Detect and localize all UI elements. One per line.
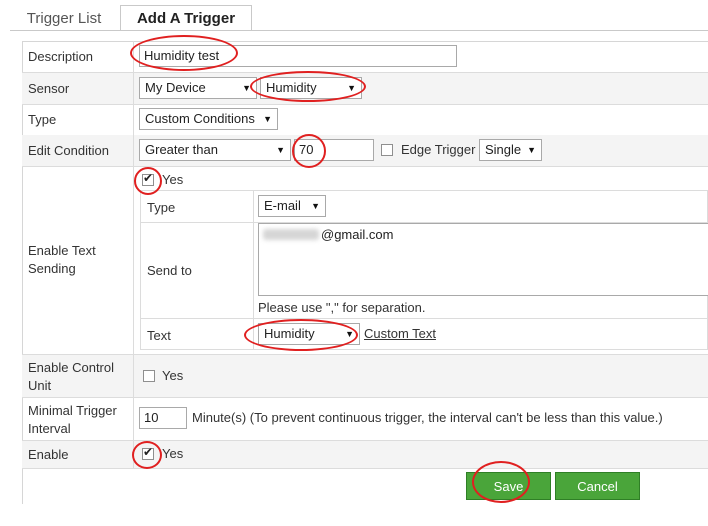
chevron-down-icon: ▼ [527,145,536,155]
tab-divider [10,30,708,31]
edge-mode-value: Single [485,142,522,157]
description-label: Description [28,49,94,64]
text-template-select[interactable]: Humidity ▼ [258,323,360,345]
separation-hint: Please use "," for separation. [258,300,426,315]
tab-bar: Trigger List Add A Trigger [0,0,708,31]
inner-type-label: Type [147,200,176,215]
tab-add-trigger[interactable]: Add A Trigger [120,5,252,31]
send-to-textarea[interactable]: @gmail.com [258,223,708,296]
save-button[interactable]: Save [466,472,551,500]
inner-row-send-to: Send to @gmail.com Please use "," for se… [141,223,708,319]
control-unit-yes-label: Yes [162,368,184,383]
operator-select-value: Greater than [145,142,218,157]
type-select[interactable]: Custom Conditions ▼ [139,108,278,130]
text-sending-checkbox[interactable] [142,171,154,186]
cancel-button[interactable]: Cancel [555,472,640,500]
edge-mode-select[interactable]: Single ▼ [479,139,542,161]
sensor-label: Sensor [28,81,70,96]
chevron-down-icon: ▼ [347,83,356,93]
notify-type-select[interactable]: E-mail ▼ [258,195,326,217]
text-template-value: Humidity [264,326,315,341]
inner-text-label: Text [147,328,171,343]
control-unit-label: Enable Control Unit [28,360,114,393]
inner-row-type: Type E-mail ▼ [141,191,707,223]
row-sensor: Sensor My Device ▼ Humidity ▼ [22,73,708,105]
text-sending-options: Type E-mail ▼ Send to @gmail.com Please u… [140,190,708,350]
condition-value-input[interactable]: 70 [294,139,374,161]
edge-trigger-checkbox[interactable] [381,144,393,156]
enable-checkbox[interactable] [142,445,154,460]
text-sending-label: Enable Text Sending [28,243,96,276]
custom-text-link[interactable]: Custom Text [364,326,436,341]
enable-yes-label: Yes [162,446,184,461]
chevron-down-icon: ▼ [263,114,272,124]
description-input[interactable]: Humidity test [139,45,457,67]
interval-input[interactable]: 10 [139,407,187,429]
text-sending-yes-label: Yes [162,172,184,187]
row-control-unit: Enable Control Unit Yes [22,355,708,398]
type-select-value: Custom Conditions [145,111,255,126]
row-type: Type Custom Conditions ▼ [22,104,708,136]
redacted-email-user [263,229,319,240]
label-column-divider [133,41,134,468]
device-select-value: My Device [145,80,206,95]
interval-note: Minute(s) (To prevent continuous trigger… [192,410,663,425]
chevron-down-icon: ▼ [311,201,320,211]
chevron-down-icon: ▼ [345,329,354,339]
control-unit-checkbox[interactable] [143,370,155,382]
enable-label: Enable [28,447,69,462]
type-label: Type [28,112,57,127]
inner-row-text: Text Humidity ▼ Custom Text [141,319,707,349]
row-edit-condition: Edit Condition Greater than ▼ 70 Edge Tri… [22,135,708,167]
email-domain: @gmail.com [321,227,394,242]
send-to-label: Send to [147,263,192,278]
notify-type-value: E-mail [264,198,301,213]
sensor-select[interactable]: Humidity ▼ [260,77,362,99]
min-interval-label: Minimal Trigger Interval [28,403,117,436]
tab-trigger-list[interactable]: Trigger List [15,7,113,30]
chevron-down-icon: ▼ [276,145,285,155]
row-min-interval: Minimal Trigger Interval 10 Minute(s) (T… [22,398,708,441]
row-description: Description Humidity test [22,41,708,73]
edit-condition-label: Edit Condition [28,143,109,158]
edge-trigger-label: Edge Trigger [401,142,476,157]
row-enable: Enable Yes [22,441,708,469]
chevron-down-icon: ▼ [242,83,251,93]
operator-select[interactable]: Greater than ▼ [139,139,291,161]
device-select[interactable]: My Device ▼ [139,77,257,99]
sensor-select-value: Humidity [266,80,317,95]
